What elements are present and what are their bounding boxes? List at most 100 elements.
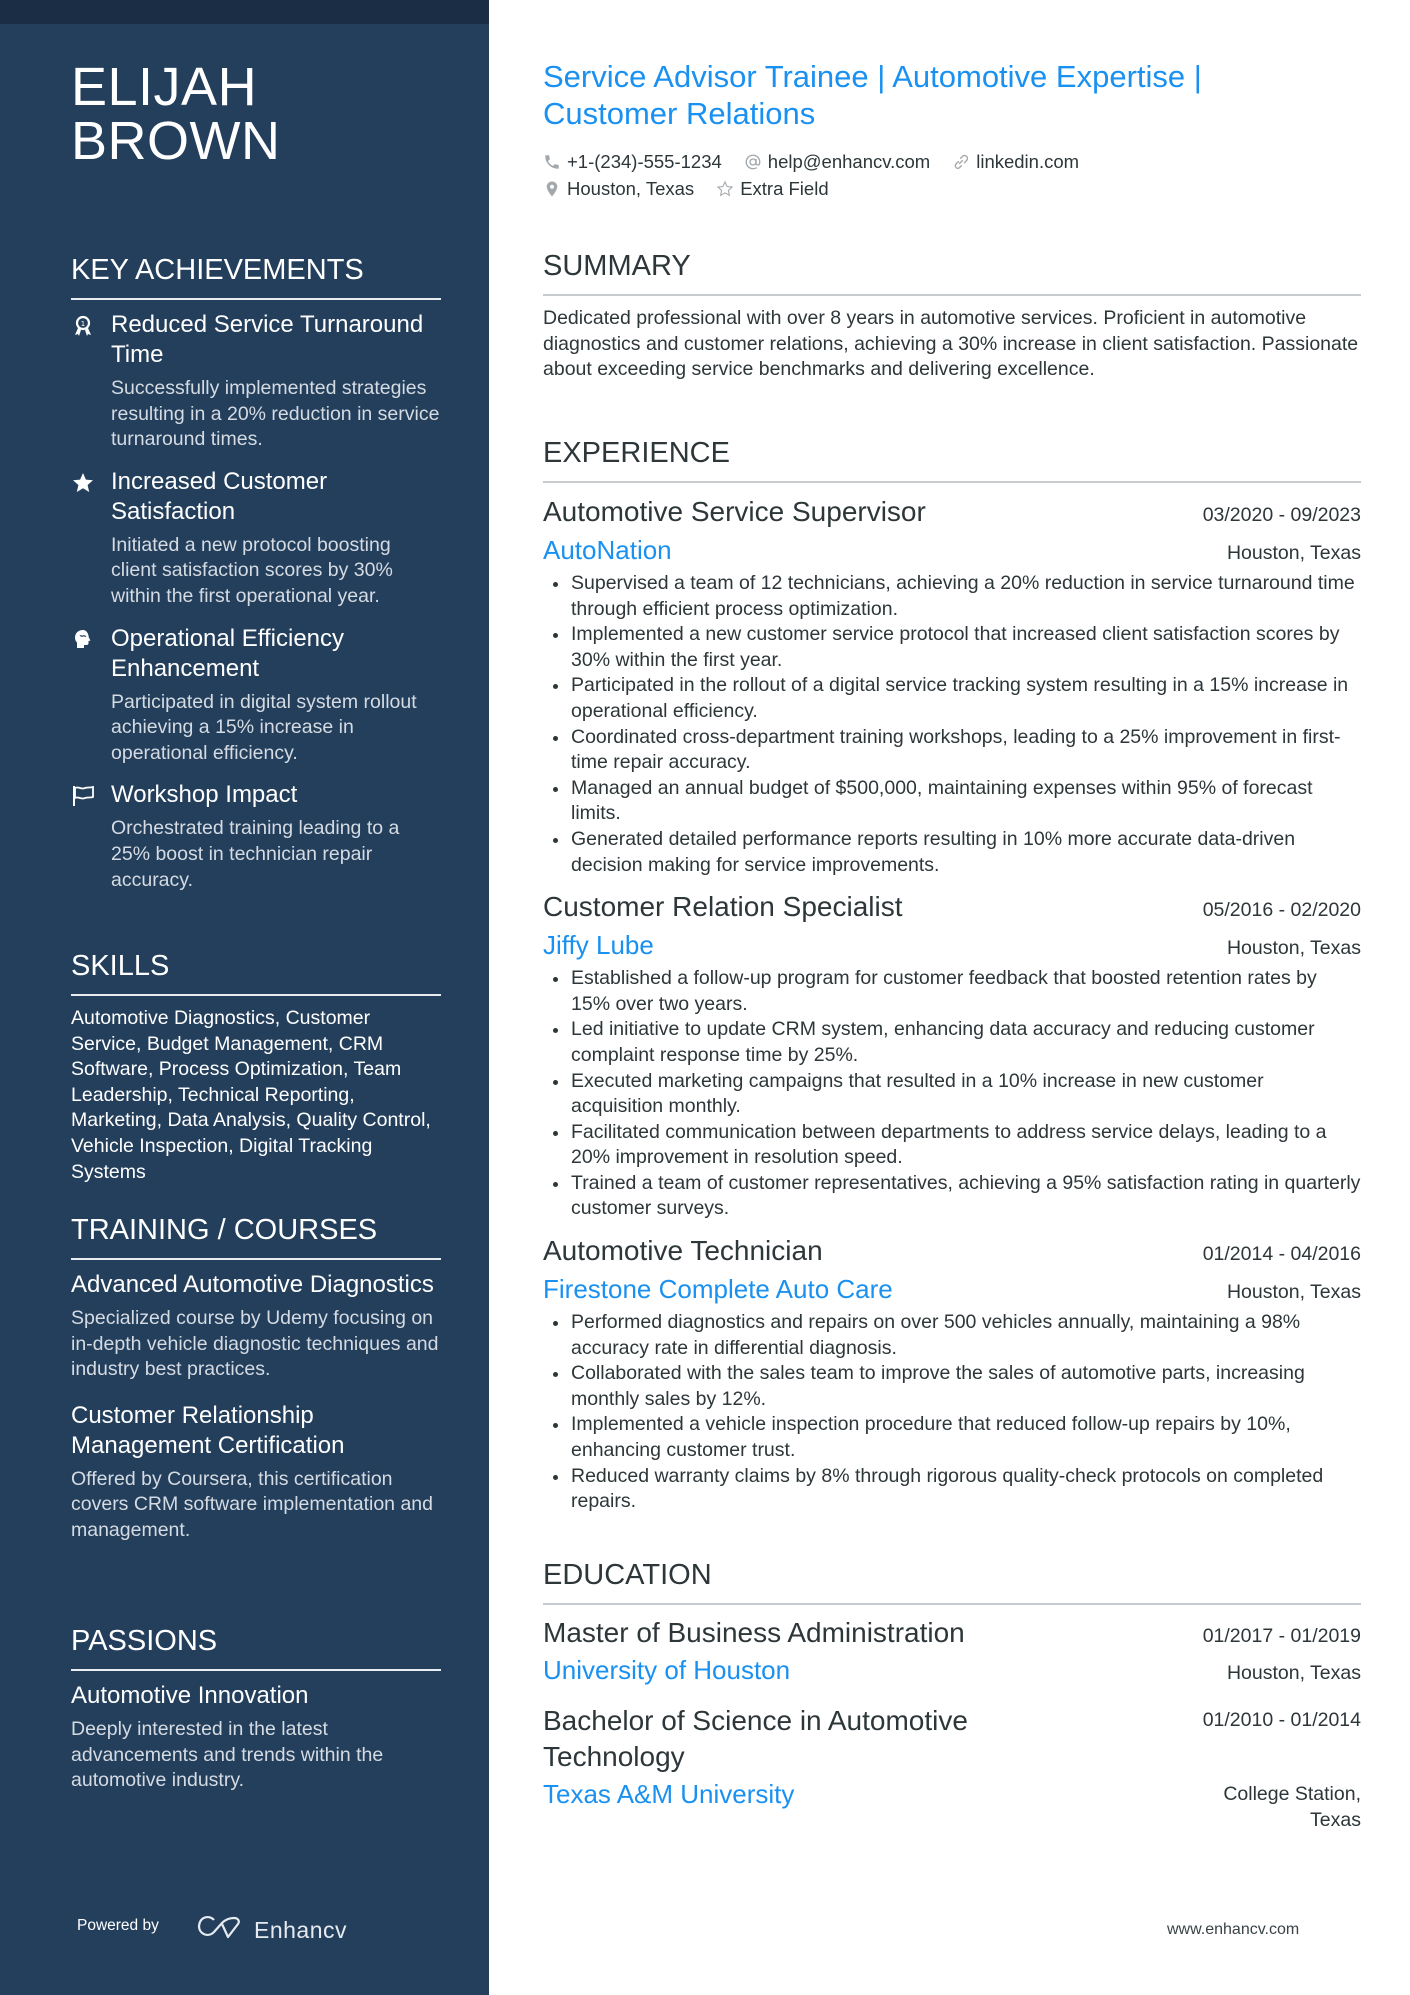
achievement-title: Workshop Impact — [111, 781, 298, 809]
job-bullets: Established a follow-up program for cust… — [543, 966, 1361, 1222]
job-bullets: Performed diagnostics and repairs on ove… — [543, 1310, 1361, 1515]
degree: Bachelor of Science in Automotive Techno… — [543, 1705, 968, 1772]
phone-text: +1-(234)-555-1234 — [567, 150, 722, 172]
job-title: Customer Relation Specialist — [543, 891, 903, 923]
achievement-description: Successfully implemented strategies resu… — [111, 377, 440, 451]
contact-info: +1-(234)-555-1234 help@enhancv.com linke… — [543, 148, 1303, 202]
job-entry: Automotive Technician 01/2014 - 04/2016 … — [543, 1232, 1361, 1515]
summary-text: Dedicated professional with over 8 years… — [543, 307, 1359, 381]
course-item: Customer Relationship Management Certifi… — [71, 1401, 441, 1544]
sidebar: ELIJAH BROWN KEY ACHIEVEMENTS 1 Reduced … — [0, 0, 489, 1995]
phone-icon — [545, 154, 559, 169]
extra-field-text: Extra Field — [740, 177, 829, 199]
job-dates: 01/2014 - 04/2016 — [1202, 1243, 1361, 1266]
achievement-description: Participated in digital system rollout a… — [111, 690, 417, 764]
course-description: Offered by Coursera, this certification … — [71, 1467, 433, 1541]
at-sign-icon — [745, 154, 761, 169]
bullet-item: Supervised a team of 12 technicians, ach… — [543, 571, 1361, 622]
first-name: ELIJAH — [71, 57, 258, 117]
school-name[interactable]: Texas A&M University — [543, 1775, 794, 1813]
education-section: EDUCATION Master of Business Administrat… — [543, 1558, 1361, 1847]
star-icon — [71, 471, 95, 495]
star-outline-icon — [716, 180, 734, 196]
bullet-item: Led initiative to update CRM system, enh… — [543, 1017, 1361, 1068]
enhancv-logo-text: Enhancv — [254, 1916, 348, 1943]
contact-linkedin[interactable]: linkedin.com — [952, 151, 1079, 173]
achievement-item: Workshop Impact Orchestrated training le… — [71, 780, 441, 893]
bullet-item: Managed an annual budget of $500,000, ma… — [543, 776, 1361, 827]
enhancv-logo-icon — [196, 1914, 242, 1946]
skills-list: Automotive Diagnostics, Customer Service… — [71, 1007, 431, 1183]
education-heading: EDUCATION — [543, 1558, 1361, 1605]
job-dates: 05/2016 - 02/2020 — [1202, 899, 1361, 922]
company-name[interactable]: AutoNation — [543, 531, 672, 569]
bullet-item: Facilitated communication between depart… — [543, 1120, 1361, 1171]
school-name[interactable]: University of Houston — [543, 1651, 790, 1689]
achievement-title: Increased Customer Satisfaction — [111, 467, 328, 525]
achievement-item: 1 Reduced Service Turnaround Time Succes… — [71, 310, 441, 453]
award-ribbon-icon: 1 — [71, 314, 95, 338]
contact-extra: Extra Field — [716, 177, 829, 200]
achievement-description: Initiated a new protocol boosting client… — [111, 533, 393, 607]
passion-description: Deeply interested in the latest advancem… — [71, 1718, 384, 1792]
job-entry: Automotive Service Supervisor 03/2020 - … — [543, 493, 1361, 878]
education-location: Houston, Texas — [1226, 1662, 1361, 1684]
achievements-section: KEY ACHIEVEMENTS 1 Reduced Service Turna… — [71, 253, 441, 907]
location-text: Houston, Texas — [567, 177, 695, 199]
course-title: Customer Relationship Management Certifi… — [71, 1401, 345, 1459]
company-name[interactable]: Jiffy Lube — [543, 926, 654, 964]
education-dates: 01/2010 - 01/2014 — [1202, 1709, 1361, 1731]
sidebar-top-strip — [0, 0, 489, 24]
job-location: Houston, Texas — [1226, 542, 1361, 564]
bullet-item: Executed marketing campaigns that result… — [543, 1069, 1361, 1120]
headline: Service Advisor Trainee | Automotive Exp… — [543, 59, 1202, 131]
enhancv-logo[interactable]: Enhancv — [196, 1914, 347, 1946]
course-description: Specialized course by Udemy focusing on … — [71, 1307, 439, 1381]
bullet-item: Generated detailed performance reports r… — [543, 827, 1361, 878]
education-entry: Bachelor of Science in Automotive Techno… — [543, 1703, 1361, 1833]
contact-phone[interactable]: +1-(234)-555-1234 — [543, 151, 722, 173]
achievement-title: Reduced Service Turnaround Time — [111, 311, 424, 368]
bullet-item: Performed diagnostics and repairs on ove… — [543, 1310, 1361, 1361]
linkedin-text: linkedin.com — [976, 150, 1080, 172]
powered-by-label: Powered by — [77, 1917, 159, 1934]
passions-heading: PASSIONS — [71, 1624, 441, 1671]
passion-title: Automotive Innovation — [71, 1682, 309, 1709]
achievement-item: Increased Customer Satisfaction Initiate… — [71, 467, 441, 610]
bullet-item: Reduced warranty claims by 8% through ri… — [543, 1464, 1361, 1515]
course-item: Advanced Automotive Diagnostics Speciali… — [71, 1270, 441, 1383]
training-heading: TRAINING / COURSES — [71, 1213, 441, 1260]
education-location: College Station, Texas — [1223, 1783, 1361, 1831]
location-pin-icon — [546, 181, 558, 196]
job-title: Automotive Technician — [543, 1235, 823, 1267]
contact-email[interactable]: help@enhancv.com — [744, 151, 930, 173]
experience-section: EXPERIENCE Automotive Service Supervisor… — [543, 436, 1361, 1525]
link-icon — [954, 154, 969, 169]
bullet-item: Trained a team of customer representativ… — [543, 1171, 1361, 1222]
achievement-title: Operational Efficiency Enhancement — [111, 624, 345, 682]
job-dates: 03/2020 - 09/2023 — [1202, 504, 1361, 526]
job-bullets: Supervised a team of 12 technicians, ach… — [543, 571, 1361, 878]
degree: Master of Business Administration — [543, 1617, 965, 1648]
company-name[interactable]: Firestone Complete Auto Care — [543, 1270, 893, 1308]
email-text: help@enhancv.com — [767, 150, 931, 172]
job-title: Automotive Service Supervisor — [543, 496, 926, 527]
bullet-item: Established a follow-up program for cust… — [543, 966, 1361, 1017]
education-dates: 01/2017 - 01/2019 — [1202, 1625, 1361, 1647]
achievements-heading: KEY ACHIEVEMENTS — [71, 253, 441, 300]
passions-section: PASSIONS Automotive Innovation Deeply in… — [71, 1624, 441, 1812]
bullet-item: Coordinated cross-department training wo… — [543, 725, 1361, 776]
brain-head-icon — [71, 628, 95, 652]
bullet-item: Implemented a new customer service proto… — [543, 622, 1361, 673]
footer-website[interactable]: www.enhancv.com — [1167, 1921, 1299, 1939]
summary-section: SUMMARY Dedicated professional with over… — [543, 249, 1361, 383]
experience-heading: EXPERIENCE — [543, 436, 1361, 483]
job-location: Houston, Texas — [1226, 937, 1361, 960]
course-title: Advanced Automotive Diagnostics — [71, 1271, 434, 1298]
bullet-item: Participated in the rollout of a digital… — [543, 673, 1361, 724]
achievement-item: Operational Efficiency Enhancement Parti… — [71, 624, 441, 767]
last-name: BROWN — [71, 111, 281, 171]
sidebar-content: ELIJAH BROWN KEY ACHIEVEMENTS 1 Reduced … — [71, 57, 441, 1791]
achievement-description: Orchestrated training leading to a 25% b… — [111, 817, 400, 891]
job-entry: Customer Relation Specialist 05/2016 - 0… — [543, 888, 1361, 1222]
